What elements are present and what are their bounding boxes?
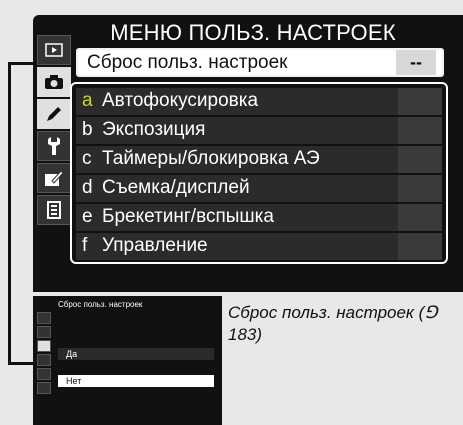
playback-icon bbox=[45, 43, 63, 57]
custom-settings-tab[interactable] bbox=[37, 99, 71, 129]
bank-b-item[interactable]: b Экспозиция bbox=[76, 117, 442, 144]
camera-icon bbox=[45, 75, 63, 89]
shooting-tab[interactable] bbox=[37, 67, 71, 97]
bank-letter: f bbox=[82, 235, 88, 256]
dialog-tab bbox=[37, 354, 51, 366]
my-menu-icon bbox=[47, 201, 61, 219]
option-yes[interactable]: Да bbox=[58, 348, 214, 360]
playback-tab[interactable] bbox=[37, 35, 71, 65]
reset-custom-settings-item[interactable]: Сброс польз. настроек -- bbox=[76, 48, 444, 77]
bank-value bbox=[398, 233, 442, 260]
bank-name: Брекетинг/вспышка bbox=[102, 206, 274, 227]
setup-tab[interactable] bbox=[37, 131, 71, 161]
dialog-tab bbox=[37, 326, 51, 338]
dialog-tabs bbox=[37, 312, 51, 410]
bank-name: Управление bbox=[102, 235, 208, 256]
pencil-icon bbox=[47, 107, 61, 121]
reset-dialog-screen bbox=[33, 296, 222, 425]
bank-f-item[interactable]: f Управление bbox=[76, 233, 442, 260]
callout-tick bbox=[455, 154, 463, 156]
callout-tick bbox=[455, 125, 463, 127]
menu-title: МЕНЮ ПОЛЬЗ. НАСТРОЕК bbox=[110, 20, 396, 45]
reset-value: -- bbox=[396, 50, 436, 75]
retouch-tab[interactable] bbox=[37, 163, 71, 193]
dialog-title: Сброс польз. настроек bbox=[58, 300, 143, 309]
bank-value bbox=[398, 117, 442, 144]
bank-letter: c bbox=[82, 148, 92, 169]
bank-a-item[interactable]: a Автофокусировка bbox=[76, 88, 442, 115]
bank-letter: d bbox=[82, 177, 93, 198]
menu-tabs bbox=[37, 35, 71, 250]
callout-tick bbox=[455, 212, 463, 214]
retouch-icon bbox=[45, 170, 64, 186]
callout-tick bbox=[455, 183, 463, 185]
dialog-tab bbox=[37, 368, 51, 380]
dialog-tab bbox=[37, 382, 51, 394]
bank-name: Съемка/дисплей bbox=[102, 177, 250, 198]
bank-letter: e bbox=[82, 206, 93, 227]
bank-name: Экспозиция bbox=[102, 119, 206, 140]
bank-letter: a bbox=[82, 90, 93, 111]
bank-name: Автофокусировка bbox=[102, 90, 259, 111]
caption: Сброс польз. настроек (⅁ 183) bbox=[228, 303, 438, 344]
connector-line bbox=[8, 62, 11, 364]
wrench-icon bbox=[48, 137, 60, 155]
dialog-tab bbox=[37, 312, 51, 324]
bank-value bbox=[398, 204, 442, 231]
bank-d-item[interactable]: d Съемка/дисплей bbox=[76, 175, 442, 202]
custom-settings-banks: a Автофокусировка b Экспозиция c Таймеры… bbox=[70, 82, 448, 264]
callout-tick bbox=[455, 241, 463, 243]
dialog-tab bbox=[37, 340, 51, 352]
option-no[interactable]: Нет bbox=[58, 375, 214, 387]
bank-letter: b bbox=[82, 119, 93, 140]
bank-c-item[interactable]: c Таймеры/блокировка АЭ bbox=[76, 146, 442, 173]
bank-name: Таймеры/блокировка АЭ bbox=[102, 148, 320, 169]
my-menu-tab[interactable] bbox=[37, 195, 71, 225]
bank-value bbox=[398, 175, 442, 202]
bank-value bbox=[398, 146, 442, 173]
bank-value bbox=[398, 88, 442, 115]
reset-label: Сброс польз. настроек bbox=[87, 52, 288, 73]
callout-tick bbox=[455, 96, 463, 98]
bank-e-item[interactable]: e Брекетинг/вспышка bbox=[76, 204, 442, 231]
